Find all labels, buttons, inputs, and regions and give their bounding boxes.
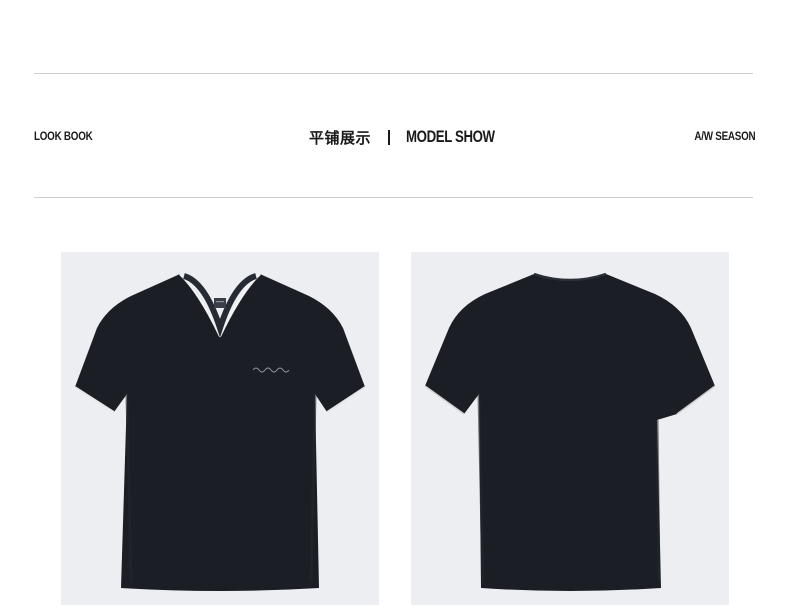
section-title-en: MODEL SHOW bbox=[406, 127, 495, 146]
look-book-label: LOOK BOOK bbox=[34, 129, 93, 143]
tshirt-back-image bbox=[424, 272, 716, 591]
bottom-divider-line bbox=[34, 197, 753, 198]
tshirt-front-image bbox=[74, 273, 366, 591]
season-label: A/W SEASON bbox=[694, 129, 755, 143]
tshirt-back-body bbox=[425, 274, 715, 591]
section-title: 平铺展示 MODEL SHOW bbox=[309, 125, 520, 149]
section-header: LOOK BOOK 平铺展示 MODEL SHOW A/W SEASON bbox=[34, 125, 755, 149]
title-separator bbox=[388, 129, 391, 145]
tshirt-front-photo bbox=[61, 252, 379, 605]
top-divider-line bbox=[34, 73, 753, 74]
tshirt-back-photo bbox=[411, 252, 729, 605]
section-title-cn: 平铺展示 bbox=[309, 129, 372, 147]
neck-label bbox=[214, 298, 226, 308]
